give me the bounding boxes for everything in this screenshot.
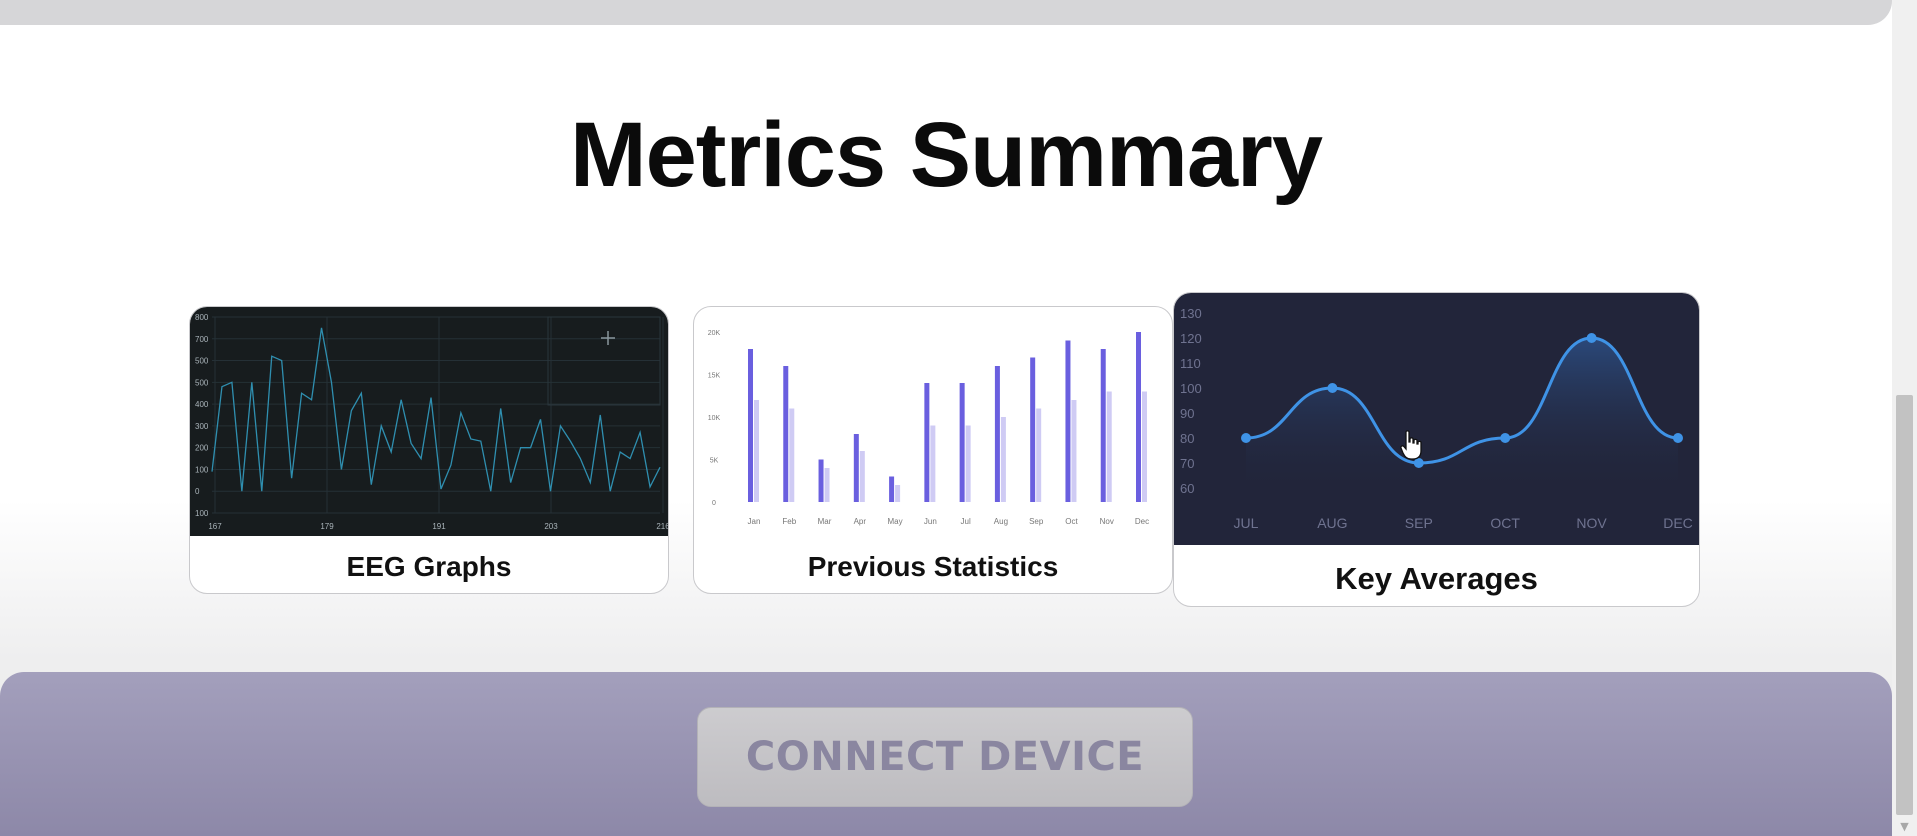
eeg-x-tick-label: 203	[544, 522, 558, 531]
eeg-y-tick-label: 0	[195, 487, 200, 496]
card-label-eeg-graphs: EEG Graphs	[346, 551, 512, 582]
averages-y-tick-label: 130	[1180, 306, 1202, 321]
stats-y-tick-label: 15K	[708, 373, 721, 380]
stats-bar-primary	[1136, 332, 1141, 502]
stats-bar-primary	[748, 349, 753, 502]
averages-data-point	[1673, 433, 1683, 443]
stats-bar-secondary	[754, 400, 759, 502]
card-label-key-averages: Key Averages	[1335, 561, 1538, 596]
eeg-y-tick-label: 400	[195, 400, 209, 409]
averages-y-tick-label: 90	[1180, 406, 1194, 421]
stats-x-tick-label: Jan	[748, 517, 761, 526]
stats-bar-primary	[994, 366, 1000, 502]
scroll-down-arrow-icon[interactable]: ▼	[1897, 820, 1912, 835]
eeg-x-tick-label: 191	[432, 522, 446, 531]
stats-x-tick-label: Nov	[1100, 517, 1114, 526]
stats-x-tick-label: Jul	[961, 517, 971, 526]
eeg-x-tick-label: 179	[320, 522, 334, 531]
stats-bar-primary	[924, 383, 930, 502]
stats-bar-primary	[1065, 340, 1071, 502]
averages-x-tick-label: OCT	[1490, 515, 1520, 531]
stats-x-tick-label: Jun	[924, 517, 937, 526]
scrollbar-thumb[interactable]	[1896, 395, 1913, 815]
stats-bar-secondary	[895, 485, 901, 502]
averages-x-tick-label: JUL	[1234, 515, 1259, 531]
stats-bar-primary	[818, 459, 824, 502]
card-previous-statistics[interactable]: 20K 15K 10K 5K 0 Jan Feb Mar Apr May Jun Jul Aug Sep O…	[693, 306, 1173, 594]
stats-y-tick-label: 5K	[710, 458, 719, 465]
averages-data-point	[1500, 433, 1511, 443]
stats-bar-secondary	[965, 425, 971, 502]
eeg-y-tick-label: 100	[195, 509, 209, 518]
hand-cursor-icon	[1400, 430, 1422, 460]
stats-bar-primary	[959, 383, 965, 502]
page-title: Metrics Summary	[570, 104, 1323, 206]
eeg-chart-background	[190, 307, 668, 536]
eeg-y-tick-label: 800	[195, 313, 209, 322]
eeg-y-tick-label: 100	[195, 465, 209, 474]
stats-bar-secondary	[1106, 391, 1112, 502]
averages-data-point	[1327, 383, 1338, 393]
stats-y-tick-label: 10K	[708, 415, 721, 422]
averages-y-tick-label: 100	[1180, 381, 1202, 396]
averages-x-tick-label: AUG	[1317, 515, 1347, 531]
stats-bar-secondary	[859, 451, 865, 502]
eeg-line-chart: 800 700 500 500 400 300 200 100 0 100 167 179 191 203…	[190, 307, 669, 536]
eeg-y-tick-label: 700	[195, 335, 209, 344]
eeg-y-tick-label: 300	[195, 422, 209, 431]
stats-x-tick-label: May	[888, 517, 903, 526]
averages-x-tick-label: SEP	[1405, 515, 1433, 531]
stats-y-tick-label: 20K	[708, 330, 721, 337]
stats-bar-secondary	[1000, 417, 1006, 502]
averages-data-point	[1241, 433, 1251, 443]
stats-x-tick-label: Sep	[1029, 517, 1044, 526]
averages-x-tick-label: DEC	[1663, 515, 1693, 531]
eeg-x-tick-label: 167	[208, 522, 222, 531]
stats-bar-secondary	[1142, 391, 1147, 502]
stats-y-tick-label: 0	[712, 500, 716, 507]
stats-bar-secondary	[1036, 408, 1042, 502]
averages-y-tick-label: 120	[1180, 331, 1202, 346]
statistics-bar-chart: 20K 15K 10K 5K 0 Jan Feb Mar Apr May Jun Jul Aug Sep O…	[708, 330, 1149, 526]
averages-x-tick-label: NOV	[1576, 515, 1607, 531]
eeg-y-tick-label: 500	[195, 357, 209, 366]
stats-bar-secondary	[824, 468, 830, 502]
averages-area-chart: 130 120 110 100 90 80 70 60 JUL AUG SEP OCT NOV DEC	[1174, 293, 1699, 545]
stats-bar-primary	[889, 476, 895, 502]
card-key-averages[interactable]: 130 120 110 100 90 80 70 60 JUL AUG SEP OCT NOV DEC K…	[1173, 292, 1700, 607]
averages-y-tick-label: 70	[1180, 456, 1194, 471]
stats-x-tick-label: Dec	[1135, 517, 1149, 526]
card-eeg-graphs[interactable]: 800 700 500 500 400 300 200 100 0 100 167 179 191 203…	[189, 306, 669, 594]
stats-x-tick-label: Aug	[994, 517, 1008, 526]
averages-y-tick-label: 110	[1180, 356, 1201, 371]
eeg-y-tick-label: 500	[195, 378, 209, 387]
top-nav-bar	[0, 0, 1892, 25]
stats-bar-primary	[783, 366, 789, 502]
eeg-x-tick-label: 216	[656, 522, 669, 531]
stats-x-tick-label: Oct	[1065, 517, 1078, 526]
stats-x-tick-label: Apr	[854, 517, 867, 526]
stats-bar-primary	[853, 434, 859, 502]
averages-y-tick-label: 60	[1180, 481, 1194, 496]
eeg-y-tick-label: 200	[195, 444, 209, 453]
stats-x-tick-label: Feb	[782, 517, 796, 526]
stats-bar-primary	[1030, 357, 1036, 502]
averages-y-tick-label: 80	[1180, 431, 1194, 446]
connect-device-button[interactable]: CONNECT DEVICE	[697, 707, 1193, 807]
stats-bar-secondary	[789, 408, 795, 502]
stats-x-tick-label: Mar	[818, 517, 832, 526]
stats-bar-secondary	[1071, 400, 1077, 502]
stats-bar-primary	[1100, 349, 1106, 502]
stats-bar-secondary	[930, 425, 936, 502]
averages-data-point	[1586, 333, 1597, 343]
card-label-previous-statistics: Previous Statistics	[807, 551, 1059, 582]
